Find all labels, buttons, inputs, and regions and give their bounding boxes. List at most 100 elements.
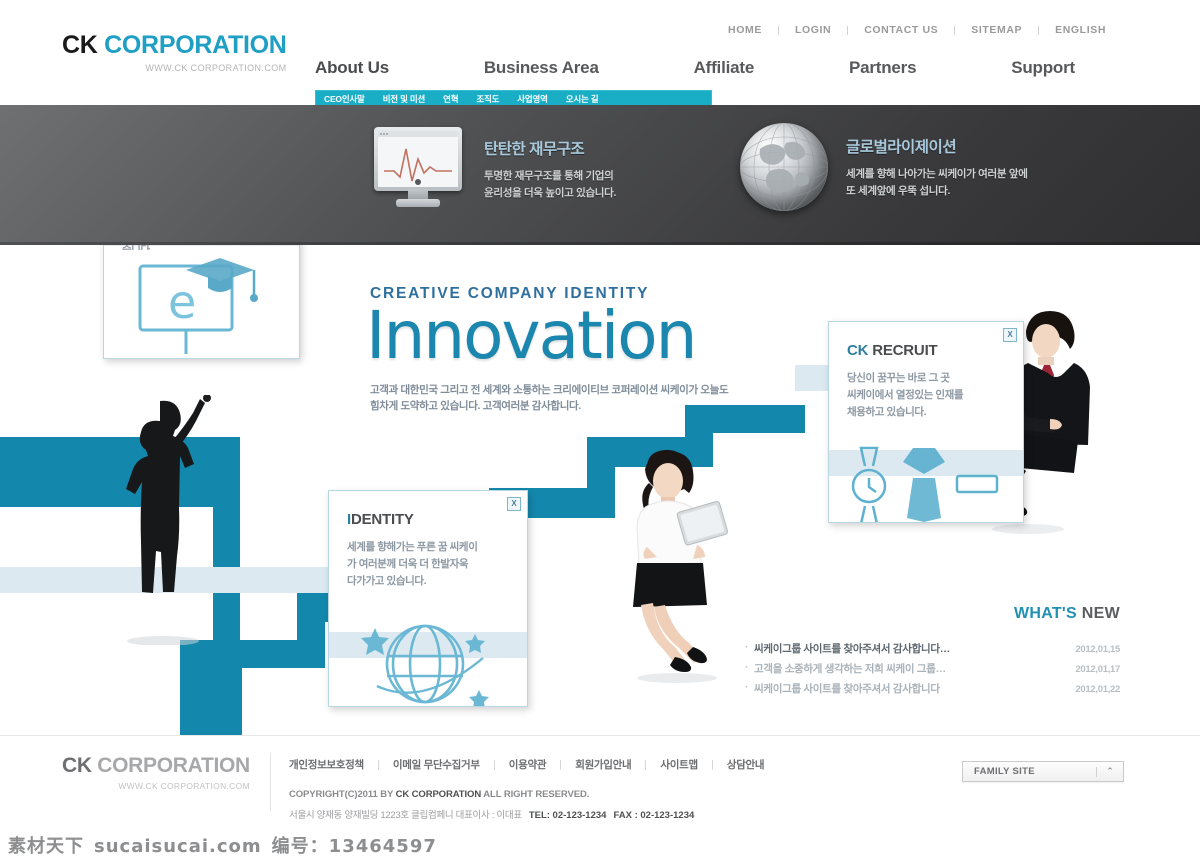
footer-address: 서울시 양재동 양재빌딩 1223호 클립컴페니 대표이사 : 이대표 (289, 810, 522, 821)
nav-item-affiliate[interactable]: Affiliate (694, 58, 755, 78)
panel-ck-recruit[interactable]: X CK RECRUIT 당신이 꿈꾸는 바로 그 곳 씨케이에서 열정있는 인… (828, 321, 1024, 523)
footer-copyright-brand: CK CORPORATION (395, 789, 482, 800)
dark-banner: 탄탄한 재무구조 투명한 재무구조를 통해 기업의 윤리성을 더욱 높이고 있습… (0, 105, 1200, 245)
whats-new-title-accent: WHAT'S (1013, 605, 1078, 622)
footer-copyright-pre: COPYRIGHT(C)2011 BY (289, 789, 396, 800)
footer-link-separator (377, 759, 379, 770)
panel-identity[interactable]: X IDENTITY 세계를 향해가는 푸른 꿈 씨케이 가 여러분께 더욱 더… (328, 490, 528, 707)
footer-logo-corporation: CORPORATION (91, 754, 250, 777)
hero-headline: Innovation (366, 297, 697, 374)
hero-description: 고객과 대한민국 그리고 전 세계와 소통하는 크리에이티브 코퍼레이션 씨케이… (370, 382, 798, 416)
main-nav: About Us Business Area Affiliate Partner… (315, 58, 1075, 86)
person-woman-tablet-photo (605, 445, 735, 690)
panel-identity-line1: 세계를 향해가는 푸른 꿈 씨케이 (347, 541, 478, 553)
banner-feature-finance-line1: 투명한 재무구조를 통해 기업의 (484, 170, 614, 183)
whats-new-list: 씨케이그룹 사이트를 찾아주셔서 감사합니다… 2012,01,15 고객을 소… (745, 639, 1120, 699)
whats-new-title-rest: NEW (1077, 605, 1120, 622)
logo-text-corporation: CORPORATION (97, 31, 287, 59)
nav-item-partners[interactable]: Partners (849, 58, 917, 78)
hero-description-line2: 힘차게 도약하고 있습니다. 고객여러분 감사합니다. (370, 400, 581, 413)
utility-nav: HOME LOGIN CONTACT US SITEMAP ENGLISH (712, 24, 1122, 36)
close-icon[interactable]: X (507, 497, 521, 511)
hero-section: CREATIVE COMPANY IDENTITY Innovation 고객과… (0, 245, 1200, 735)
panel-ck-recruit-inner: CK RECRUIT 당신이 꿈꾸는 바로 그 곳 씨케이에서 열정있는 인재를… (829, 322, 1023, 421)
footer-links: 개인정보보호정책 이메일 무단수집거부 이용약관 회원가입안내 사이트맵 상담안… (289, 757, 765, 772)
footer-link-sitemap[interactable]: 사이트맵 (660, 757, 698, 772)
panel-ck-recruit-title: CK RECRUIT (847, 342, 1005, 359)
footer-link-terms[interactable]: 이용약관 (509, 757, 547, 772)
panel-ck-recruit-title-rest: RECRUIT (868, 342, 938, 359)
panel-identity-title: IDENTITY (347, 511, 509, 528)
watermark-id: 编号：13464597 (271, 836, 437, 857)
watermark-bar: 素材天下 sucaisucai.com 编号：13464597 (0, 827, 1200, 863)
footer-link-membership[interactable]: 회원가입안내 (575, 757, 631, 772)
footer-link-consult[interactable]: 상담안내 (727, 757, 765, 772)
banner-feature-global-title: 글로벌라이제이션 (846, 139, 957, 157)
panel-ck-recruit-body: 당신이 꿈꾸는 바로 그 곳 씨케이에서 열정있는 인재를 채용하고 있습니다. (847, 370, 1005, 421)
whats-new-item-date: 2012,01,17 (1075, 663, 1120, 675)
footer-copyright: COPYRIGHT(C)2011 BY CK CORPORATION ALL R… (289, 789, 589, 800)
person-man-pointing-photo (108, 394, 218, 650)
list-item[interactable]: 씨케이그룹 사이트를 찾아주셔서 감사합니다 2012,01,22 (745, 679, 1120, 699)
whats-new-item-text: 씨케이그룹 사이트를 찾아주셔서 감사합니다… (745, 641, 950, 655)
close-icon[interactable]: X (1003, 328, 1017, 342)
panel-ceo-greeting-head: CEO GREETING 씨케이 웹사이트를 찾아주신 여러분께 감사의 인사를… (104, 245, 299, 256)
footer-logo-text: CK CORPORATION (62, 755, 250, 776)
logo-url: WWW.CK CORPORATION.COM (145, 63, 287, 73)
nav-item-business-area[interactable]: Business Area (484, 58, 599, 78)
footer-logo-url: WWW.CK CORPORATION.COM (118, 781, 250, 791)
panel-ck-recruit-line1: 당신이 꿈꾸는 바로 그 곳 (847, 372, 950, 384)
watermark-site: sucaisucai.com (94, 836, 262, 857)
subnav-item-directions[interactable]: 오시는 길 (557, 93, 608, 105)
whats-new-title: WHAT'S NEW (745, 605, 1120, 623)
globe-icon (740, 123, 828, 211)
necktie-watch-icon (829, 446, 1023, 522)
utility-link-sitemap[interactable]: SITEMAP (955, 24, 1038, 36)
footer-tel: TEL: 02-123-1234 (528, 810, 607, 821)
hero-headline-block: CREATIVE COMPANY IDENTITY Innovation 고객과… (366, 285, 798, 416)
chevron-up-icon[interactable]: ⌃ (1097, 766, 1123, 777)
hero-description-line1: 고객과 대한민국 그리고 전 세계와 소통하는 크리에이티브 코퍼레이션 씨케이… (370, 383, 729, 396)
banner-feature-finance: 탄탄한 재무구조 투명한 재무구조를 통해 기업의 윤리성을 더욱 높이고 있습… (370, 123, 616, 215)
nav-item-about-us[interactable]: About Us (315, 58, 389, 78)
footer-logo[interactable]: CK CORPORATION WWW.CK CORPORATION.COM (62, 755, 250, 791)
panel-ceo-greeting[interactable]: X CEO GREETING 씨케이 웹사이트를 찾아주신 여러분께 감사의 인… (103, 245, 300, 359)
watermark-text: 素材天下 sucaisucai.com 编号：13464597 (8, 832, 437, 858)
banner-feature-finance-line2: 윤리성을 더욱 높이고 있습니다. (484, 186, 617, 199)
footer-link-separator (645, 759, 647, 770)
footer-link-separator (711, 759, 713, 770)
subnav-item-business-area[interactable]: 사업영역 (508, 93, 556, 105)
utility-link-contact[interactable]: CONTACT US (848, 24, 954, 36)
banner-feature-finance-text: 탄탄한 재무구조 투명한 재무구조를 통해 기업의 윤리성을 더욱 높이고 있습… (484, 137, 616, 201)
whats-new-item-text: 씨케이그룹 사이트를 찾아주셔서 감사합니다 (745, 682, 940, 695)
utility-link-home[interactable]: HOME (712, 24, 778, 36)
panel-identity-line2: 가 여러분께 더욱 더 한발자욱 (347, 558, 469, 570)
site-logo[interactable]: CK CORPORATION WWW.CK CORPORATION.COM (62, 31, 287, 74)
panel-identity-line3: 다가가고 있습니다. (347, 575, 427, 587)
list-item[interactable]: 씨케이그룹 사이트를 찾아주셔서 감사합니다… 2012,01,15 (745, 639, 1120, 659)
banner-feature-global-line2: 또 세계앞에 우뚝 섭니다. (846, 184, 951, 197)
family-site-select[interactable]: FAMILY SITE ⌃ (962, 761, 1124, 782)
footer-logo-ck: CK (62, 754, 92, 777)
svg-text:e: e (168, 275, 196, 329)
panel-ck-recruit-line3: 채용하고 있습니다. (847, 406, 927, 418)
nav-item-support[interactable]: Support (1011, 58, 1075, 78)
globe-stars-icon (329, 614, 527, 706)
list-item[interactable]: 고객을 소중하게 생각하는 저희 씨케이 그룹… 2012,01,17 (745, 659, 1120, 679)
utility-link-english[interactable]: ENGLISH (1039, 24, 1122, 36)
subnav-item-ceo-greeting[interactable]: CEO인사말 (315, 93, 374, 105)
whats-new-section: WHAT'S NEW 씨케이그룹 사이트를 찾아주셔서 감사합니다… 2012,… (745, 605, 1120, 699)
logo-text-ck: CK (62, 31, 98, 59)
utility-link-login[interactable]: LOGIN (779, 24, 847, 36)
footer-divider (270, 753, 271, 811)
footer-link-separator (560, 759, 562, 770)
subnav-item-org-chart[interactable]: 조직도 (467, 93, 508, 105)
subnav-item-vision[interactable]: 비전 및 미션 (374, 93, 434, 105)
banner-feature-global-line1: 세계를 향해 나아가는 씨케이가 여러분 앞에 (846, 168, 1028, 181)
whats-new-item-date: 2012,01,22 (1075, 683, 1120, 695)
monitor-pulse-icon (370, 123, 466, 215)
family-site-label: FAMILY SITE (974, 766, 1035, 777)
footer-link-privacy[interactable]: 개인정보보호정책 (289, 757, 364, 772)
subnav-item-history[interactable]: 연혁 (434, 93, 467, 105)
footer-link-email-reject[interactable]: 이메일 무단수집거부 (393, 757, 480, 772)
